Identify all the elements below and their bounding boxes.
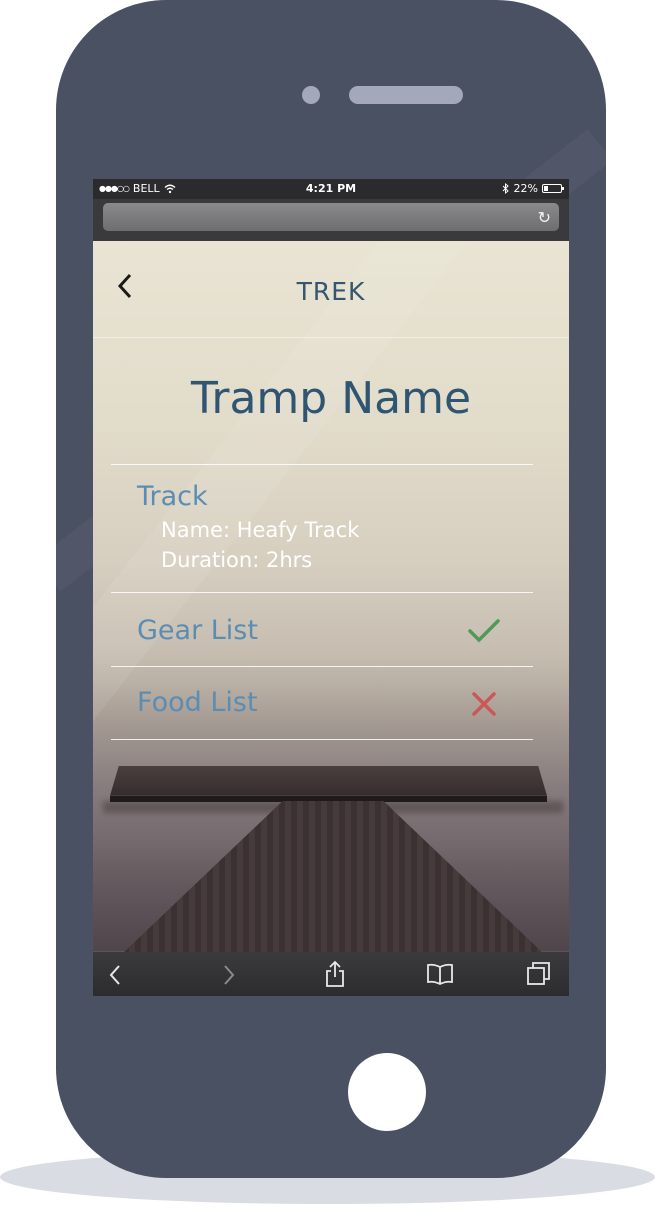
divider xyxy=(111,666,533,667)
track-duration: Duration: 2hrs xyxy=(161,548,313,572)
tabs-icon[interactable] xyxy=(526,960,552,986)
home-button[interactable] xyxy=(348,1053,426,1131)
cross-icon xyxy=(472,692,496,716)
battery-icon xyxy=(542,184,564,193)
gear-list-label[interactable]: Gear List xyxy=(137,615,258,646)
share-icon[interactable] xyxy=(324,960,346,988)
nav-header: TREK xyxy=(93,241,569,338)
food-list-label[interactable]: Food List xyxy=(137,687,258,718)
divider xyxy=(111,592,533,593)
page-title: Tramp Name xyxy=(190,373,472,424)
battery-percent: 22% xyxy=(513,182,538,195)
reload-icon[interactable]: ↻ xyxy=(538,208,551,227)
phone-screen: ●●●○○ BELL 4:21 PM 22% ↻ TREK Tramp Name… xyxy=(93,179,569,996)
browser-address-area: ↻ xyxy=(93,199,569,241)
divider xyxy=(111,739,533,740)
status-time: 4:21 PM xyxy=(305,182,357,195)
address-bar[interactable]: ↻ xyxy=(103,203,559,231)
divider xyxy=(111,464,533,465)
forward-arrow-icon[interactable] xyxy=(221,964,237,986)
bookmarks-icon[interactable] xyxy=(426,963,454,985)
back-arrow-icon[interactable] xyxy=(107,964,123,986)
status-bar: ●●●○○ BELL 4:21 PM 22% xyxy=(93,179,569,199)
app-title: TREK xyxy=(296,277,366,306)
checkmark-icon xyxy=(468,619,500,643)
track-label[interactable]: Track xyxy=(137,481,208,512)
bluetooth-icon xyxy=(502,183,509,194)
browser-toolbar xyxy=(93,952,569,996)
front-camera xyxy=(302,86,320,104)
earpiece-speaker xyxy=(349,86,463,104)
track-name: Name: Heafy Track xyxy=(161,518,360,542)
page-content: TREK Tramp Name Track Name: Heafy Track … xyxy=(93,241,569,952)
